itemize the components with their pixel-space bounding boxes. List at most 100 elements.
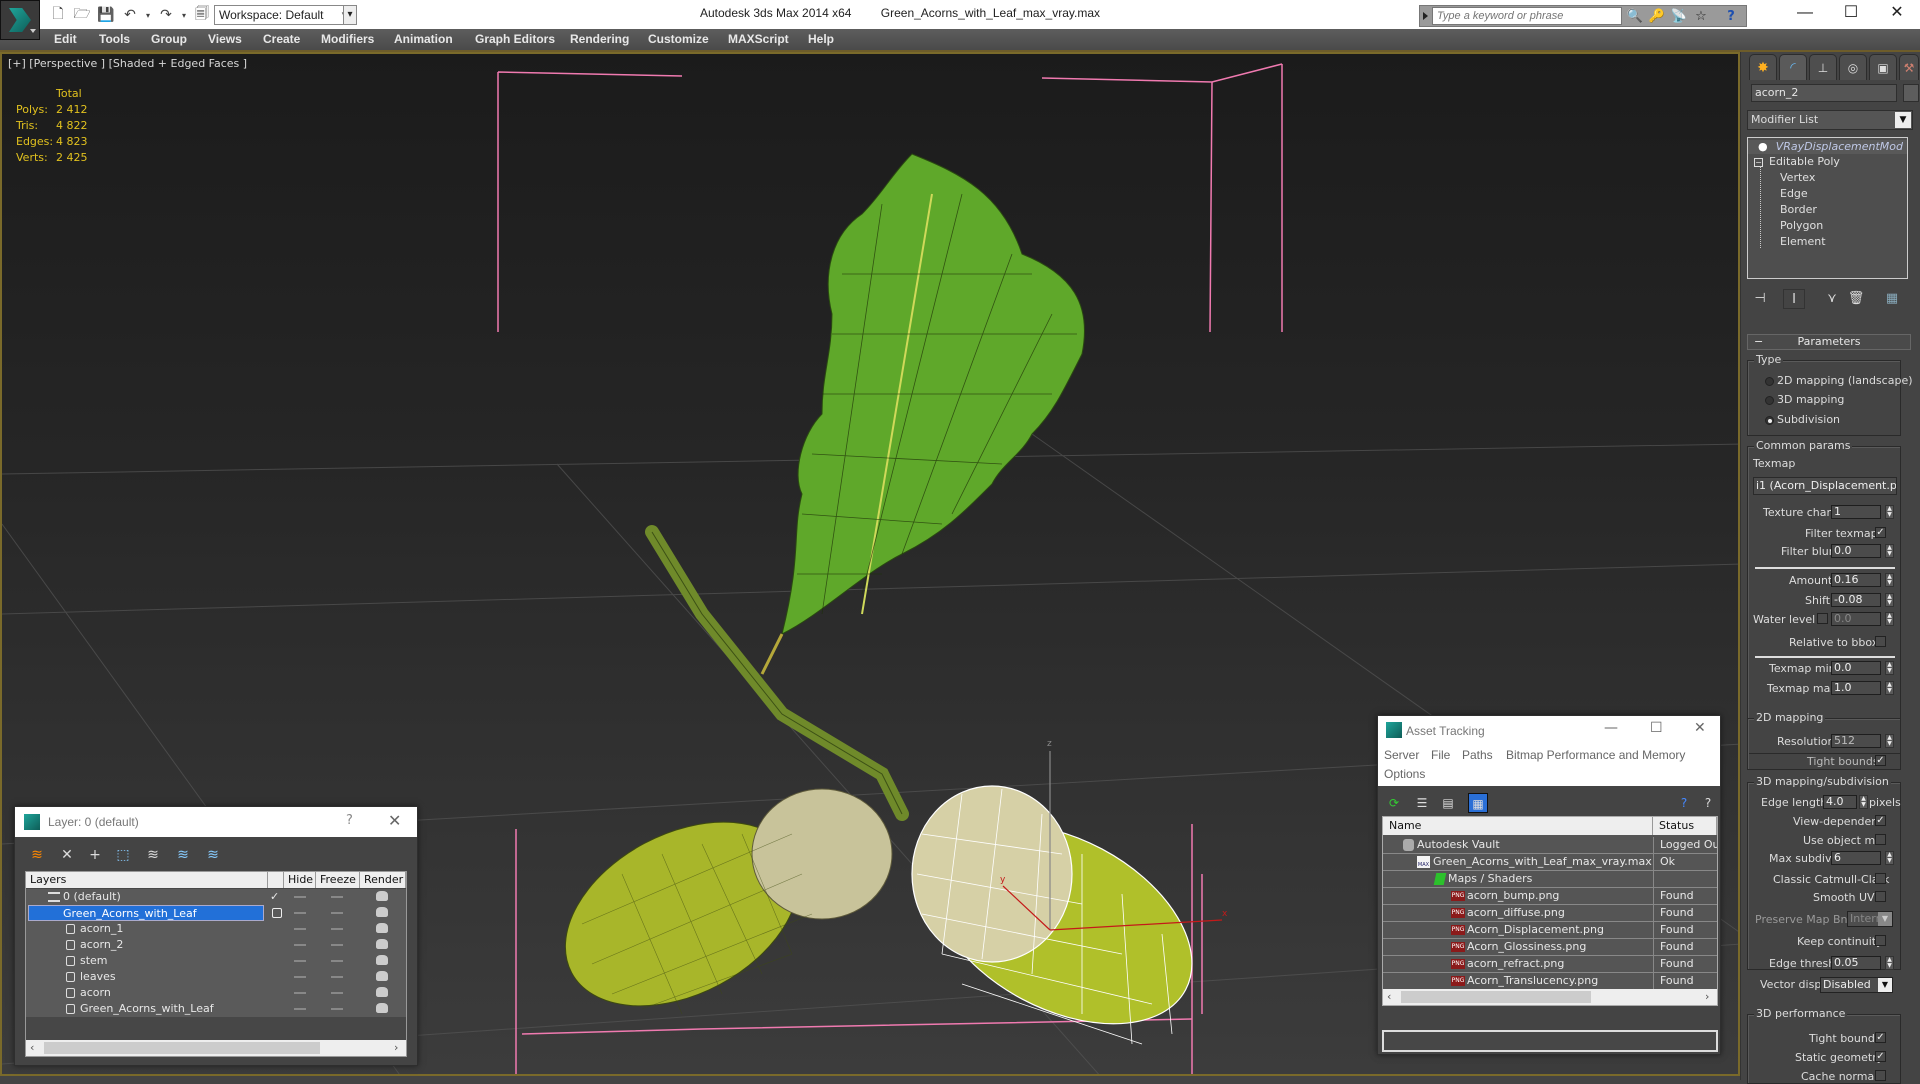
- menu-create[interactable]: Create: [263, 32, 300, 46]
- tab-display[interactable]: ▣: [1869, 54, 1897, 80]
- object-row[interactable]: Green_Acorns_with_Leaf: [26, 1001, 406, 1017]
- collapse-icon[interactable]: −: [1754, 158, 1763, 167]
- asset-row[interactable]: Autodesk Vault Logged Out: [1383, 837, 1717, 854]
- save-file-button[interactable]: 💾: [96, 5, 116, 25]
- select-objects-icon[interactable]: ⬚: [113, 845, 133, 865]
- create-layer-icon[interactable]: ≋: [27, 845, 47, 865]
- tab-create[interactable]: ✸: [1749, 54, 1777, 80]
- menu-modifiers[interactable]: Modifiers: [321, 32, 374, 46]
- sign-in-key-icon[interactable]: 🔑: [1648, 8, 1666, 26]
- column-render[interactable]: Render: [360, 872, 406, 888]
- cache-normals-checkbox[interactable]: [1875, 1070, 1886, 1081]
- spinner-arrows[interactable]: ▲ ▼: [1885, 593, 1894, 607]
- scroll-right-icon[interactable]: ›: [1705, 989, 1709, 1005]
- menu-views[interactable]: Views: [208, 32, 242, 46]
- spinner-arrows[interactable]: ▲ ▼: [1885, 681, 1894, 695]
- freeze-toggle[interactable]: [331, 944, 343, 946]
- smooth-uvs-checkbox[interactable]: [1875, 891, 1886, 902]
- hide-toggle[interactable]: [294, 912, 306, 914]
- tree-view-icon[interactable]: ▤: [1438, 793, 1458, 813]
- radio-subdivision[interactable]: [1765, 416, 1774, 425]
- asset-row[interactable]: PNG Acorn_Translucency.png Found: [1383, 973, 1717, 990]
- object-row[interactable]: stem: [26, 953, 406, 969]
- pin-stack-icon[interactable]: ⊣: [1749, 289, 1771, 309]
- spinner-arrows[interactable]: ▲ ▼: [1885, 505, 1894, 519]
- render-teapot-icon[interactable]: [376, 939, 388, 949]
- menu-file[interactable]: File: [1431, 748, 1450, 762]
- undo-dropdown[interactable]: ▾: [144, 5, 152, 25]
- menu-maxscript[interactable]: MAXScript: [728, 32, 789, 46]
- static-geometry-checkbox[interactable]: ✓: [1875, 1051, 1886, 1062]
- redo-button[interactable]: ↷: [156, 5, 176, 25]
- edge-length-spinner[interactable]: 4.0: [1823, 795, 1857, 809]
- make-unique-icon[interactable]: ⋎: [1821, 289, 1843, 309]
- vector-displ-dropdown[interactable]: Disabled ▼: [1820, 977, 1893, 993]
- minimize-button[interactable]: —: [1604, 720, 1618, 736]
- close-button[interactable]: ✕: [1694, 720, 1706, 736]
- amount-spinner[interactable]: 0.16: [1831, 573, 1881, 587]
- menu-help[interactable]: Help: [808, 32, 834, 46]
- maximize-button[interactable]: ☐: [1828, 0, 1874, 29]
- menu-tools[interactable]: Tools: [99, 32, 130, 46]
- favorites-star-icon[interactable]: ☆: [1692, 8, 1710, 26]
- freeze-toggle[interactable]: [331, 960, 343, 962]
- column-status[interactable]: Status: [1653, 817, 1717, 835]
- asset-row[interactable]: PNG Acorn_Displacement.png Found: [1383, 922, 1717, 939]
- current-layer-check-icon[interactable]: ✓: [270, 889, 279, 905]
- column-freeze[interactable]: Freeze: [316, 872, 360, 888]
- freeze-toggle[interactable]: [331, 896, 343, 898]
- asset-row[interactable]: MAX Green_Acorns_with_Leaf_max_vray.max O…: [1383, 854, 1717, 871]
- menu-group[interactable]: Group: [151, 32, 187, 46]
- delete-layer-icon[interactable]: ✕: [57, 845, 77, 865]
- subobject-border[interactable]: Border: [1780, 203, 1817, 216]
- column-current[interactable]: [268, 872, 284, 888]
- column-name[interactable]: Name: [1383, 817, 1653, 835]
- new-file-button[interactable]: 🗋: [48, 5, 68, 25]
- texture-chan-spinner[interactable]: 1: [1831, 505, 1881, 519]
- texmap-button[interactable]: i1 (Acorn_Displacement.png): [1753, 477, 1897, 495]
- asset-row[interactable]: PNG acorn_diffuse.png Found: [1383, 905, 1717, 922]
- render-teapot-icon[interactable]: [376, 987, 388, 997]
- list-view-icon[interactable]: ☰: [1412, 793, 1432, 813]
- search-input[interactable]: [1432, 7, 1622, 25]
- use-object-mtl-checkbox[interactable]: [1875, 834, 1886, 845]
- view-dependent-checkbox[interactable]: ✓: [1875, 815, 1886, 826]
- freeze-toggle[interactable]: [331, 976, 343, 978]
- refresh-icon[interactable]: ⟳: [1384, 793, 1404, 813]
- stack-item-vraydisplacementmod[interactable]: ● VRayDisplacementMod: [1748, 140, 1907, 154]
- freeze-toggle[interactable]: [331, 912, 343, 914]
- asset-row[interactable]: Maps / Shaders: [1383, 871, 1717, 888]
- water-level-spinner[interactable]: 0.0: [1831, 612, 1881, 626]
- horizontal-scrollbar[interactable]: ‹ ›: [26, 1040, 406, 1056]
- maximize-button[interactable]: ☐: [1650, 720, 1663, 736]
- spinner-arrows[interactable]: ▲ ▼: [1885, 734, 1894, 748]
- spinner-arrows[interactable]: ▲ ▼: [1885, 544, 1894, 558]
- configure-modifier-sets-icon[interactable]: ▦: [1881, 289, 1903, 309]
- layer-row[interactable]: Green_Acorns_with_Leaf: [26, 905, 406, 921]
- tab-hierarchy[interactable]: ⊥: [1809, 54, 1837, 80]
- dialog-title-bar[interactable]: Layer: 0 (default) ? ✕: [15, 807, 417, 837]
- menu-graph-editors[interactable]: Graph Editors: [475, 32, 555, 46]
- tight-bounds-3d-checkbox[interactable]: ✓: [1875, 1032, 1886, 1043]
- undo-button[interactable]: ↶: [120, 5, 140, 25]
- viewport-label-menu[interactable]: [+] [Perspective ] [Shaded + Edged Faces…: [8, 57, 247, 70]
- spinner-arrows[interactable]: ▲ ▼: [1885, 612, 1894, 626]
- menu-bitmap-performance[interactable]: Bitmap Performance and Memory: [1506, 748, 1685, 762]
- tab-utilities[interactable]: ⚒: [1899, 54, 1919, 80]
- render-teapot-icon[interactable]: [376, 955, 388, 965]
- freeze-unfreeze-all-icon[interactable]: ≋: [203, 845, 223, 865]
- communication-center-icon[interactable]: 📡: [1670, 8, 1688, 26]
- radio-3d-mapping[interactable]: [1765, 396, 1774, 405]
- add-to-layer-icon[interactable]: +: [85, 845, 105, 865]
- radio-2d-mapping[interactable]: [1765, 377, 1774, 386]
- filter-blur-spinner[interactable]: 0.0: [1831, 544, 1881, 558]
- menu-rendering[interactable]: Rendering: [570, 32, 629, 46]
- highlight-layer-icon[interactable]: ≋: [143, 845, 163, 865]
- asset-row[interactable]: PNG Acorn_Glossiness.png Found: [1383, 939, 1717, 956]
- water-level-checkbox[interactable]: [1817, 613, 1828, 624]
- object-row[interactable]: leaves: [26, 969, 406, 985]
- show-end-result-icon[interactable]: I: [1783, 289, 1805, 309]
- remove-modifier-icon[interactable]: 🗑: [1845, 289, 1867, 309]
- scroll-right-icon[interactable]: ›: [394, 1040, 398, 1056]
- subobject-vertex[interactable]: Vertex: [1780, 171, 1815, 184]
